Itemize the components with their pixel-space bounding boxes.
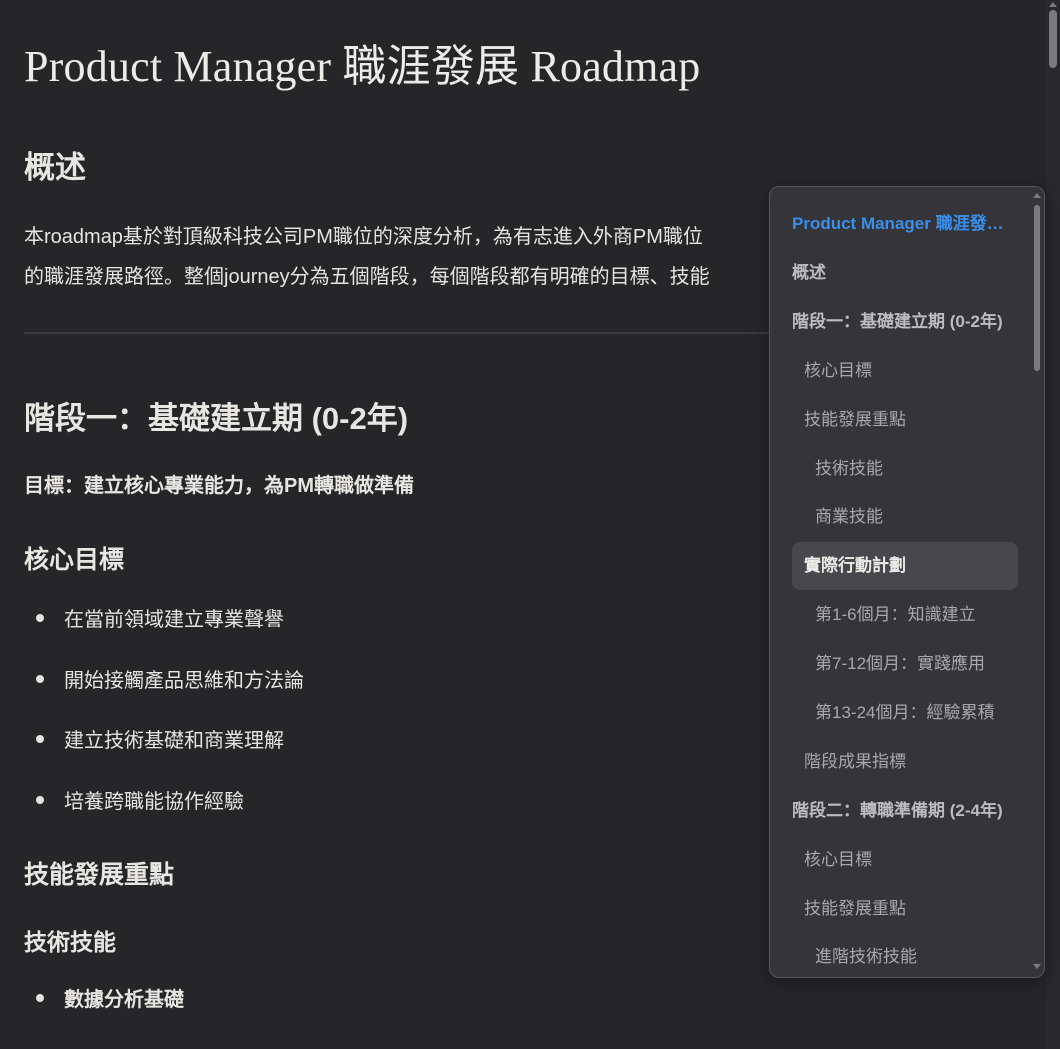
- table-of-contents: Product Manager 職涯發展 Roadmap 概述 階段一：基礎建立…: [769, 186, 1045, 978]
- toc-scroll-up-icon[interactable]: [1033, 193, 1041, 198]
- toc-item-tech-skills[interactable]: 技術技能: [792, 445, 1018, 493]
- stage1-heading: 階段一：基礎建立期 (0-2年): [24, 401, 409, 436]
- toc-scroll-down-icon[interactable]: [1033, 964, 1041, 969]
- stage1-goal: 目標：建立核心專業能力，為PM轉職做準備: [24, 475, 414, 497]
- tech-skills-heading: 技術技能: [24, 929, 116, 955]
- toc-item-stage1-core-goals[interactable]: 核心目標: [792, 347, 1018, 395]
- toc-scrollbar-thumb[interactable]: [1034, 205, 1040, 371]
- toc-item-title[interactable]: Product Manager 職涯發展 Roadmap: [792, 200, 1018, 248]
- bullet-icon: [36, 993, 44, 1002]
- toc-item-stage1[interactable]: 階段一：基礎建立期 (0-2年): [792, 298, 1018, 346]
- list-item: 在當前領域建立專業聲譽: [36, 603, 284, 632]
- list-item: 建立技術基礎和商業理解: [36, 724, 284, 753]
- overview-heading: 概述: [24, 150, 86, 185]
- bullet-icon: [36, 613, 44, 622]
- toc-scrollbar[interactable]: [1032, 193, 1042, 969]
- toc-item-stage2-core-goals[interactable]: 核心目標: [792, 836, 1018, 884]
- toc-item-overview[interactable]: 概述: [792, 249, 1018, 297]
- toc-item-months-7-12[interactable]: 第7-12個月：實踐應用: [792, 640, 1018, 688]
- bullet-icon: [36, 674, 44, 683]
- toc-item-stage1-metrics[interactable]: 階段成果指標: [792, 738, 1018, 786]
- page-title: Product Manager 職涯發展 Roadmap: [24, 42, 701, 91]
- list-item: 培養跨職能協作經驗: [36, 785, 244, 814]
- toc-item-stage2-skills[interactable]: 技能發展重點: [792, 885, 1018, 933]
- toc-item-action-plan[interactable]: 實際行動計劃: [792, 542, 1018, 590]
- overview-paragraph-line-1: 本roadmap基於對頂級科技公司PM職位的深度分析，為有志進入外商PM職位: [24, 226, 703, 248]
- page-scrollbar[interactable]: [1046, 0, 1060, 1049]
- overview-paragraph-line-2: 的職涯發展路徑。整個journey分為五個階段，每個階段都有明確的目標、技能: [24, 266, 710, 288]
- toc-item-months-13-24[interactable]: 第13-24個月：經驗累積: [792, 689, 1018, 737]
- page-scrollbar-thumb[interactable]: [1049, 10, 1057, 68]
- document-page: Product Manager 職涯發展 Roadmap 概述 本roadmap…: [0, 0, 1060, 1049]
- scroll-up-arrow-icon[interactable]: [1049, 2, 1057, 7]
- toc-item-stage1-skills[interactable]: 技能發展重點: [792, 396, 1018, 444]
- toc-item-months-1-6[interactable]: 第1-6個月：知識建立: [792, 591, 1018, 639]
- toc-item-advanced-tech-skills[interactable]: 進階技術技能: [792, 933, 1018, 977]
- list-item: 開始接觸產品思維和方法論: [36, 664, 304, 693]
- core-goals-heading: 核心目標: [24, 546, 125, 574]
- bullet-icon: [36, 795, 44, 804]
- toc-item-business-skills[interactable]: 商業技能: [792, 493, 1018, 541]
- bullet-icon: [36, 734, 44, 743]
- skills-heading: 技能發展重點: [24, 861, 175, 889]
- list-item: 數據分析基礎: [36, 983, 184, 1012]
- toc-item-stage2[interactable]: 階段二：轉職準備期 (2-4年): [792, 787, 1018, 835]
